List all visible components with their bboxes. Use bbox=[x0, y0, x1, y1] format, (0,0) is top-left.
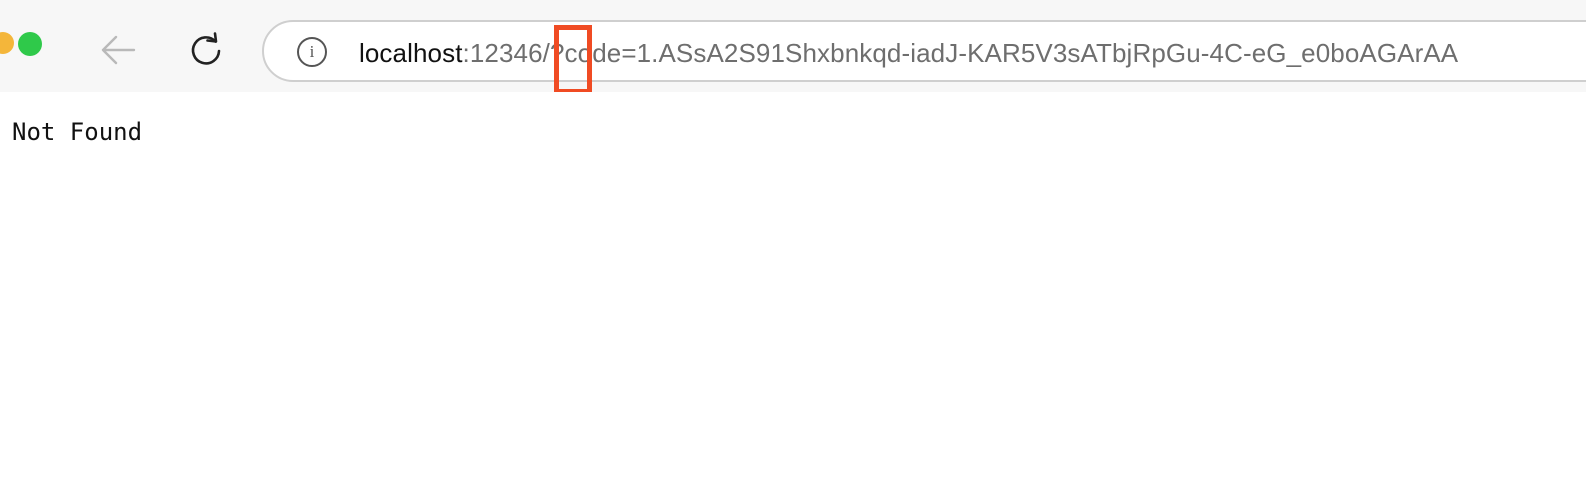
address-bar[interactable]: i localhost:12346/?code=1.ASsA2S91Shxbnk… bbox=[262, 20, 1586, 82]
reload-button[interactable] bbox=[184, 29, 228, 73]
not-found-message: Not Found bbox=[12, 118, 143, 146]
highlight-annotation-box bbox=[554, 25, 592, 94]
maximize-window-button[interactable] bbox=[18, 32, 42, 56]
url-host: localhost bbox=[359, 38, 463, 68]
browser-toolbar: i localhost:12346/?code=1.ASsA2S91Shxbnk… bbox=[0, 0, 1586, 92]
reload-icon bbox=[191, 32, 221, 65]
url-text[interactable]: localhost:12346/?code=1.ASsA2S91Shxbnkqd… bbox=[359, 35, 1458, 71]
url-path-query: :12346/?code=1.ASsA2S91Shxbnkqd-iadJ-KAR… bbox=[462, 38, 1459, 68]
page-content: Not Found bbox=[0, 92, 1586, 484]
arrow-left-icon bbox=[101, 35, 136, 65]
minimize-window-button[interactable] bbox=[0, 32, 14, 54]
back-button[interactable] bbox=[97, 30, 139, 70]
info-icon[interactable]: i bbox=[297, 37, 327, 67]
